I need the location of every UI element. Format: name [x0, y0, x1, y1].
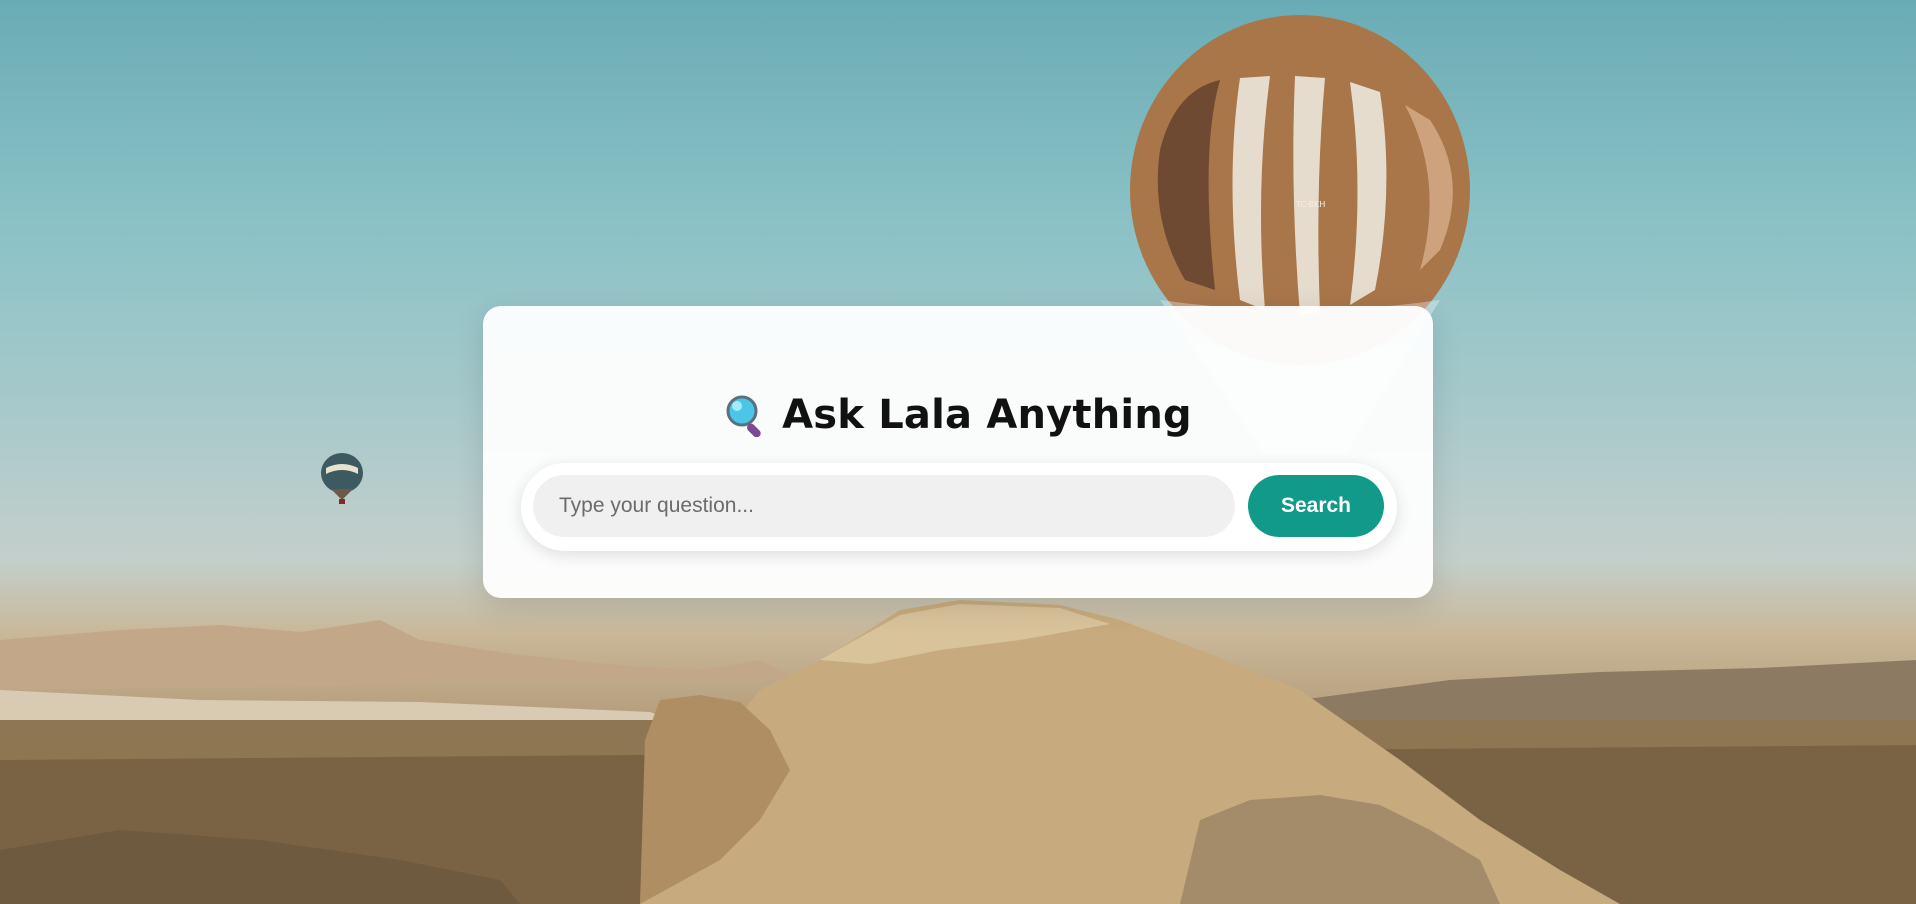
search-bar: Search: [521, 463, 1397, 551]
magnifying-glass-icon: [726, 395, 761, 437]
search-card: Ask Lala Anything Search: [483, 306, 1433, 598]
search-button[interactable]: Search: [1248, 475, 1384, 537]
title-row: Ask Lala Anything: [483, 390, 1433, 440]
search-input[interactable]: [533, 475, 1235, 537]
balloon-label: TC-BKH: [1295, 200, 1325, 209]
page-title: Ask Lala Anything: [782, 392, 1192, 438]
